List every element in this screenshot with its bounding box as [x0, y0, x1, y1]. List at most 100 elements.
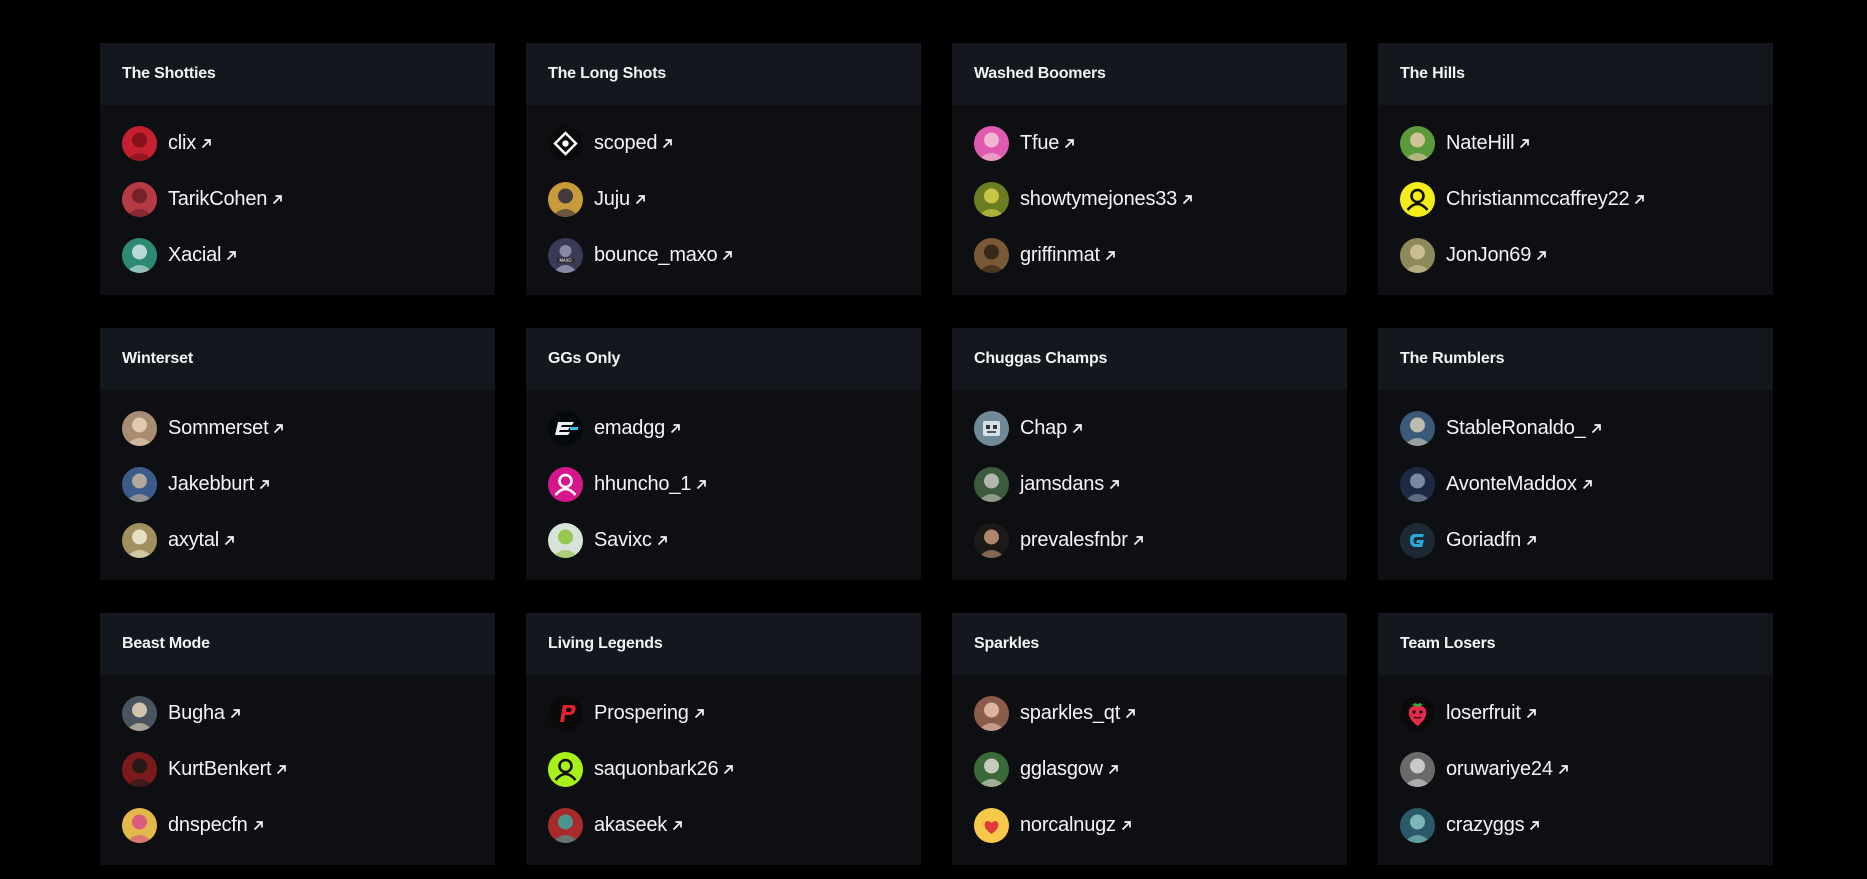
- external-link-icon: [253, 820, 263, 830]
- player-name: Juju: [594, 187, 630, 210]
- player-link[interactable]: akaseek: [526, 807, 921, 843]
- avatar: [122, 466, 157, 502]
- player-name: Bugha: [168, 701, 225, 724]
- player-link[interactable]: Tfue: [952, 125, 1347, 161]
- player-list: StableRonaldo_ AvonteMaddox Goriadfn: [1378, 390, 1773, 558]
- player-name: Sommerset: [168, 416, 269, 439]
- player-name: gglasgow: [1020, 757, 1103, 780]
- player-link[interactable]: Chap: [952, 410, 1347, 446]
- player-link[interactable]: Jakebburt: [100, 466, 495, 502]
- player-list: NateHill Christianmccaffrey22 JonJon69: [1378, 105, 1773, 273]
- player-link[interactable]: axytal: [100, 522, 495, 558]
- player-name: oruwariye24: [1446, 757, 1553, 780]
- team-card: The Rumblers StableRonaldo_ AvonteMaddox…: [1378, 328, 1773, 580]
- avatar: [122, 751, 157, 787]
- player-name: Chap: [1020, 416, 1068, 439]
- player-link[interactable]: JonJon69: [1378, 237, 1773, 273]
- player-link[interactable]: KurtBenkert: [100, 751, 495, 787]
- external-link-icon: [1537, 250, 1546, 260]
- player-name: StableRonaldo_: [1446, 416, 1586, 439]
- team-card-header: Living Legends: [526, 613, 921, 675]
- team-card-header: Sparkles: [952, 613, 1347, 675]
- player-link[interactable]: scoped: [526, 125, 921, 161]
- external-link-icon: [1582, 479, 1592, 489]
- player-link[interactable]: StableRonaldo_: [1378, 410, 1773, 446]
- g-logo-icon: [1400, 522, 1435, 558]
- player-link[interactable]: Savixc: [526, 522, 921, 558]
- player-link[interactable]: Juju: [526, 181, 921, 217]
- player-list: Sommerset Jakebburt axytal: [100, 390, 495, 558]
- player-list: emadgg hhuncho_1 Savixc: [526, 390, 921, 558]
- external-link-icon: [1520, 138, 1530, 148]
- team-card-header: Beast Mode: [100, 613, 495, 675]
- avatar: [974, 237, 1009, 273]
- player-link[interactable]: emadgg: [526, 410, 921, 446]
- player-name: loserfruit: [1446, 701, 1521, 724]
- player-link[interactable]: Goriadfn: [1378, 522, 1773, 558]
- player-link[interactable]: Bugha: [100, 695, 495, 731]
- player-link[interactable]: gglasgow: [952, 751, 1347, 787]
- player-link[interactable]: griffinmat: [952, 237, 1347, 273]
- player-name: AvonteMaddox: [1446, 472, 1577, 495]
- player-name: hhuncho_1: [594, 472, 692, 495]
- player-link[interactable]: Sommerset: [100, 410, 495, 446]
- player-name: crazyggs: [1446, 813, 1525, 836]
- external-link-icon: [1591, 423, 1601, 433]
- player-link[interactable]: MAXO bounce_maxo: [526, 237, 921, 273]
- external-link-icon: [1072, 423, 1082, 433]
- team-card: Team Losers loserfruit oruwariye24 crazy…: [1378, 613, 1773, 865]
- player-link[interactable]: NateHill: [1378, 125, 1773, 161]
- external-link-icon: [724, 764, 734, 774]
- player-link[interactable]: sparkles_qt: [952, 695, 1347, 731]
- player-link[interactable]: loserfruit: [1378, 695, 1773, 731]
- player-link[interactable]: jamsdans: [952, 466, 1347, 502]
- player-link[interactable]: crazyggs: [1378, 807, 1773, 843]
- player-link[interactable]: clix: [100, 125, 495, 161]
- player-link[interactable]: Prospering: [526, 695, 921, 731]
- crosshair-logo-icon: [548, 125, 583, 161]
- player-link[interactable]: dnspecfn: [100, 807, 495, 843]
- player-link[interactable]: showtymejones33: [952, 181, 1347, 217]
- team-name: Winterset: [122, 350, 193, 367]
- team-card-header: Chuggas Champs: [952, 328, 1347, 390]
- player-list: scoped Juju MAXO bounce_maxo: [526, 105, 921, 273]
- player-name: Savixc: [594, 528, 652, 551]
- external-link-icon: [1065, 138, 1075, 148]
- player-link[interactable]: prevalesfnbr: [952, 522, 1347, 558]
- external-link-icon: [1108, 764, 1118, 774]
- team-name: Team Losers: [1400, 635, 1496, 652]
- team-card: The Hills NateHill Christianmccaffrey22 …: [1378, 43, 1773, 295]
- player-name: JonJon69: [1446, 243, 1532, 266]
- player-link[interactable]: Xacial: [100, 237, 495, 273]
- player-list: Tfue showtymejones33 griffinmat: [952, 105, 1347, 273]
- player-link[interactable]: hhuncho_1: [526, 466, 921, 502]
- svg-text:MAXO: MAXO: [559, 258, 572, 263]
- external-link-icon: [273, 194, 283, 204]
- team-name: The Long Shots: [548, 65, 667, 82]
- player-link[interactable]: oruwariye24: [1378, 751, 1773, 787]
- external-link-icon: [1530, 820, 1540, 830]
- player-list: loserfruit oruwariye24 crazyggs: [1378, 675, 1773, 843]
- team-name: Chuggas Champs: [974, 350, 1108, 367]
- player-link[interactable]: norcalnugz: [952, 807, 1347, 843]
- player-name: griffinmat: [1020, 243, 1100, 266]
- player-link[interactable]: Christianmccaffrey22: [1378, 181, 1773, 217]
- player-name: Jakebburt: [168, 472, 255, 495]
- player-link[interactable]: saquonbark26: [526, 751, 921, 787]
- player-list: Chap jamsdans prevalesfnbr: [952, 390, 1347, 558]
- avatar: [974, 751, 1009, 787]
- player-link[interactable]: TarikCohen: [100, 181, 495, 217]
- player-name: saquonbark26: [594, 757, 719, 780]
- team-name: Sparkles: [974, 635, 1040, 652]
- team-card-header: The Long Shots: [526, 43, 921, 105]
- external-link-icon: [1121, 820, 1131, 830]
- avatar: [122, 410, 157, 446]
- player-name: sparkles_qt: [1020, 701, 1121, 724]
- external-link-icon: [1109, 479, 1119, 489]
- player-link[interactable]: AvonteMaddox: [1378, 466, 1773, 502]
- player-name: emadgg: [594, 416, 666, 439]
- team-grid: The Shotties clix TarikCohen Xacial The L…: [100, 43, 1773, 865]
- p-logo-icon: [548, 695, 583, 731]
- external-link-icon: [1558, 764, 1568, 774]
- player-name: dnspecfn: [168, 813, 248, 836]
